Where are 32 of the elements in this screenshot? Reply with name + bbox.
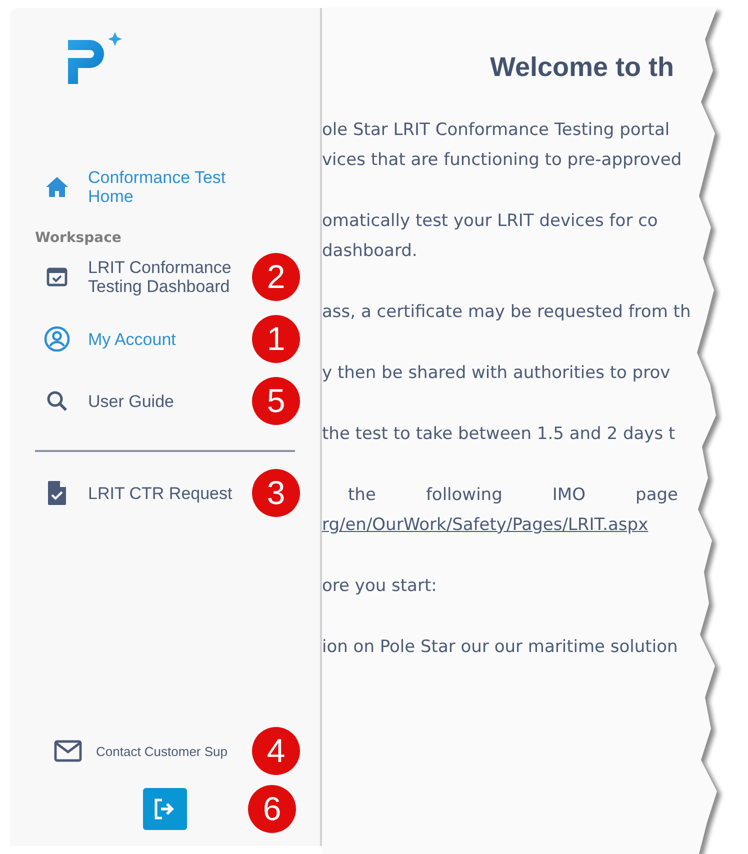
body-text: the test to take between 1.5 and 2 days t [322, 423, 676, 446]
callout-number: 4 [252, 727, 300, 775]
body-text: ore you start: [322, 575, 438, 598]
user-circle-icon [44, 326, 70, 352]
calendar-check-icon [46, 267, 68, 287]
page-title: Welcome to th [490, 52, 676, 83]
body-text: ole Star LRIT Conformance Testing portal [322, 119, 671, 142]
body-text: ass, a certificate may be requested from th [322, 301, 692, 324]
sidebar-item[interactable]: Conformance Test Home [10, 168, 238, 206]
body-text: omatically test your LRIT devices for co [322, 210, 659, 233]
home-icon [44, 176, 70, 198]
sidebar-item[interactable]: User Guide [10, 390, 174, 412]
callout-number: 6 [248, 785, 296, 833]
callout-number: 2 [252, 253, 300, 301]
contact-support-link[interactable]: Contact Customer Sup [54, 740, 228, 762]
callout-number: 1 [252, 315, 300, 363]
body-text: ion on Pole Star our our maritime solution [322, 636, 679, 659]
body-text: dashboard. [322, 240, 418, 263]
callout-number: 3 [252, 469, 300, 517]
callout-number: 5 [252, 377, 300, 425]
sidebar-item[interactable]: LRIT Conformance Testing Dashboard [10, 258, 238, 296]
document-check-icon [47, 480, 67, 506]
search-icon [46, 390, 68, 412]
sidebar-item[interactable]: My Account [10, 326, 176, 352]
section-label: Workspace [35, 230, 122, 246]
body-text: y then be shared with authorities to prov [322, 362, 672, 385]
body-text: vices that are functioning to pre-approved [322, 149, 683, 172]
body-text: the following IMO page [347, 484, 678, 507]
imo-link[interactable]: rg/en/OurWork/Safety/Pages/LRIT.aspx [322, 510, 648, 540]
sidebar-item[interactable]: LRIT CTR Request [10, 480, 232, 506]
mail-icon [54, 740, 82, 762]
logout-button[interactable] [143, 788, 187, 830]
